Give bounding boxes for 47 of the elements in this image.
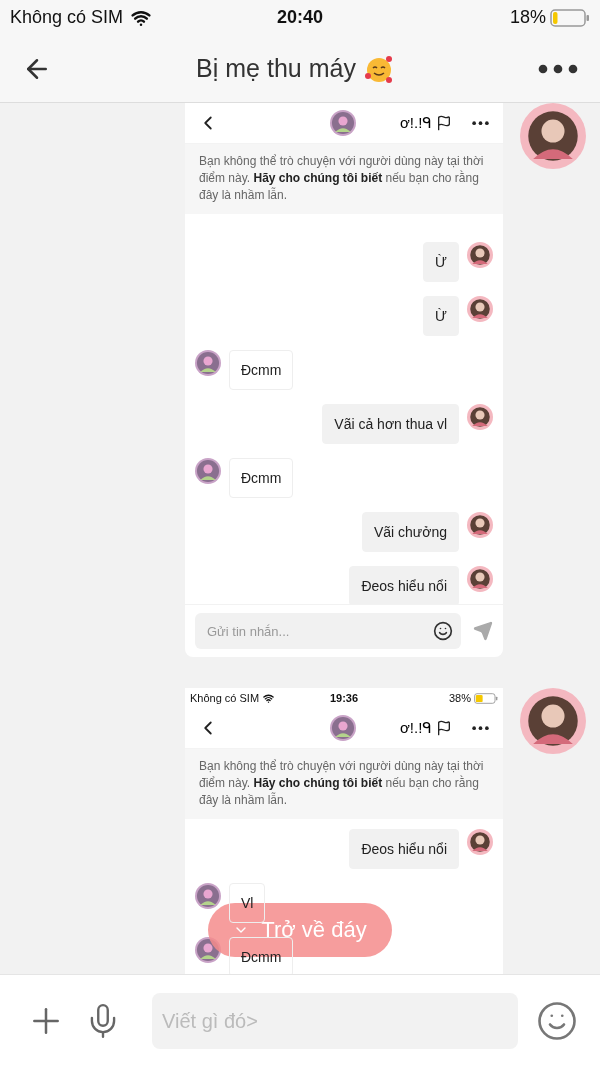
avatar — [195, 350, 221, 376]
message-bubble: Đcmm — [229, 350, 294, 390]
more-icon — [472, 120, 489, 126]
avatar — [330, 715, 356, 741]
more-icon — [472, 725, 489, 731]
carrier-text: Không có SIM — [10, 7, 124, 28]
message-bubble: Vãi cả hơn thua vl — [322, 404, 459, 444]
message-bubble: Đcmm — [229, 458, 294, 498]
flag-icon — [435, 720, 452, 736]
avatar — [467, 242, 493, 268]
emoji-icon — [536, 1000, 578, 1042]
battery-text: 38% — [449, 692, 471, 704]
send-icon — [473, 621, 493, 641]
avatar — [520, 688, 586, 754]
avatar — [520, 103, 586, 169]
message-bubble: Vãi chưởng — [361, 512, 459, 552]
emoji-button[interactable] — [536, 1000, 578, 1042]
avatar — [467, 404, 493, 430]
battery-text: 18% — [510, 7, 546, 28]
more-icon — [538, 63, 578, 74]
message-bubble: Đeos hiểu nổi — [349, 566, 459, 604]
avatar — [467, 829, 493, 855]
chat-title: Bị mẹ thu máy — [196, 54, 356, 83]
avatar — [467, 512, 493, 538]
clock-text: 19:36 — [329, 692, 359, 704]
message-bubble: Ừ — [423, 242, 459, 282]
contact-name: ơ!.!ᑫ — [400, 114, 432, 132]
message-bubble: Ừ — [423, 296, 459, 336]
battery-icon — [550, 8, 590, 27]
avatar — [467, 296, 493, 322]
avatar — [467, 566, 493, 592]
smiling-face-icon — [363, 53, 394, 84]
more-button[interactable] — [538, 63, 578, 74]
flag-icon — [435, 115, 452, 131]
wifi-icon — [263, 692, 275, 704]
notice-text: Bạn không thể trò chuyện với người dùng này tại thời điểm này. Hãy cho chúng tôi biết nếu bạn cho rằng đây là nhầm lẫn. — [185, 144, 503, 214]
message-bubble: Đeos hiểu nổi — [349, 829, 459, 869]
contact-name: ơ!.!ᑫ — [400, 719, 432, 737]
battery-icon — [474, 692, 498, 704]
avatar — [195, 458, 221, 484]
notice-text: Bạn không thể trò chuyện với người dùng này tại thời điểm này. Hãy cho chúng tôi biết nếu bạn cho rằng đây là nhầm lẫn. — [185, 749, 503, 819]
carrier-text: Không có SIM — [190, 692, 260, 704]
emoji-icon — [433, 621, 453, 641]
message-field[interactable]: Gửi tin nhắn... — [195, 613, 461, 649]
clock-text: 20:40 — [277, 7, 324, 28]
avatar — [330, 110, 356, 136]
avatar — [195, 883, 221, 909]
